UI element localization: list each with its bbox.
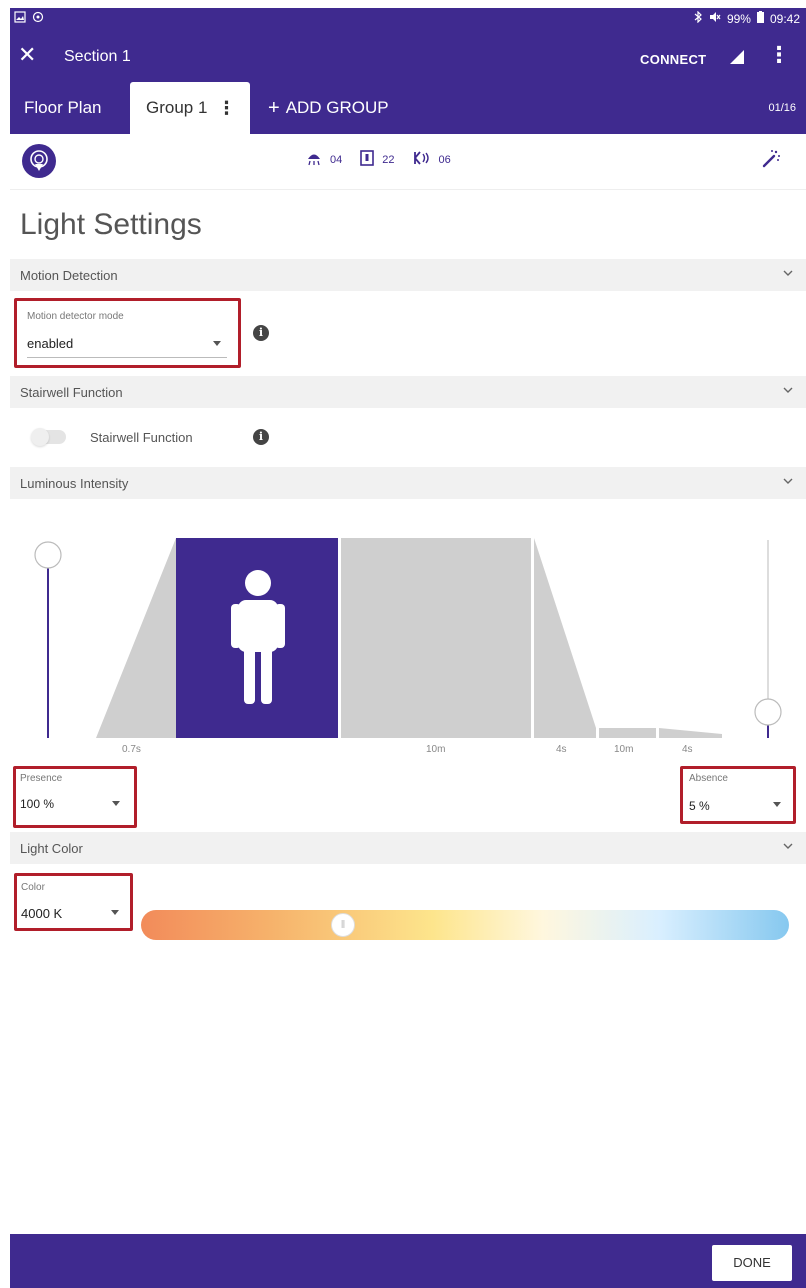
timing-label: 4s: [682, 744, 693, 755]
app-bar-title: Section 1: [64, 48, 131, 65]
dropdown-arrow-icon: [112, 801, 120, 806]
switch-count-value: 22: [382, 153, 395, 166]
app-bar: ✕ Section 1 CONNECT ⋮: [10, 30, 806, 82]
tab-group-1[interactable]: Group 1 ⋮: [130, 82, 250, 134]
luminous-intensity-title: Luminous Intensity: [20, 476, 129, 491]
signal-icon: [730, 50, 744, 64]
device-strip: 04 22 06: [10, 134, 806, 190]
luminous-intensity-header[interactable]: Luminous Intensity: [10, 467, 806, 499]
page-title: Light Settings: [20, 208, 202, 241]
hold-block: [341, 538, 531, 738]
status-bar: 99% 09:42: [10, 8, 806, 30]
ramp-up-shape: [96, 538, 176, 738]
switch-icon: [360, 150, 375, 169]
color-temperature-field[interactable]: Color 4000 K: [14, 873, 133, 931]
info-icon[interactable]: i: [253, 429, 269, 445]
stairwell-toggle-label: Stairwell Function: [90, 430, 193, 445]
group-options-icon[interactable]: ⋮: [217, 98, 235, 119]
bottom-bar: DONE: [10, 1234, 806, 1288]
presence-field[interactable]: Presence 100 %: [13, 766, 137, 828]
color-slider-thumb[interactable]: ǁ: [331, 913, 355, 937]
timing-label: 4s: [556, 744, 567, 755]
presence-label: Presence: [20, 773, 63, 784]
plus-icon: +: [268, 96, 280, 119]
group-counter: 01/16: [768, 102, 796, 114]
stairwell-function-title: Stairwell Function: [20, 385, 123, 400]
done-button[interactable]: DONE: [712, 1245, 792, 1281]
tab-floor-plan-label: Floor Plan: [24, 98, 102, 117]
info-icon[interactable]: i: [253, 325, 269, 341]
battery-percent: 99%: [726, 11, 751, 26]
absence-label: Absence: [689, 773, 728, 784]
presence-value: 100 %: [20, 797, 55, 811]
chevron-down-icon: [782, 267, 794, 279]
ceiling-light-icon: [306, 150, 322, 169]
timing-label: 10m: [426, 744, 446, 755]
luminaire-count[interactable]: 04: [306, 150, 342, 169]
timing-label: 10m: [614, 744, 634, 755]
device-counts: 04 22 06: [306, 150, 451, 169]
absence-slider-thumb[interactable]: [754, 698, 782, 726]
add-group-label: ADD GROUP: [285, 98, 389, 117]
connect-button[interactable]: CONNECT: [640, 52, 706, 67]
light-color-title: Light Color: [20, 841, 83, 856]
light-color-header[interactable]: Light Color: [10, 832, 806, 864]
luminaire-count-value: 04: [330, 153, 343, 166]
field-underline: [27, 357, 227, 358]
tab-bar: Floor Plan Group 1 ⋮ + ADD GROUP 01/16: [10, 82, 806, 134]
stairwell-toggle[interactable]: [31, 428, 66, 446]
sensor-count-value: 06: [438, 153, 451, 166]
color-label: Color: [21, 882, 45, 893]
chevron-down-icon: [782, 840, 794, 852]
tab-group-label: Group 1: [146, 98, 208, 117]
presence-slider-thumb[interactable]: [34, 541, 62, 569]
chevron-down-icon: [782, 384, 794, 396]
toggle-knob: [31, 428, 49, 446]
close-icon[interactable]: ✕: [18, 42, 36, 68]
chevron-down-icon: [782, 475, 794, 487]
more-vert-icon[interactable]: ⋮: [768, 42, 790, 68]
bluetooth-icon: [693, 10, 703, 26]
final-ramp-shape: [659, 728, 722, 738]
magic-wand-icon[interactable]: [760, 148, 782, 170]
motion-detector-mode-label: Motion detector mode: [27, 311, 124, 322]
motion-detection-title: Motion Detection: [20, 268, 118, 283]
color-temperature-slider[interactable]: ǁ: [141, 910, 789, 940]
brand-logo-icon[interactable]: [22, 144, 56, 178]
absence-field[interactable]: Absence 5 %: [680, 766, 796, 824]
dropdown-arrow-icon: [111, 910, 119, 915]
switch-count[interactable]: 22: [360, 150, 395, 169]
timing-label: 0.7s: [122, 744, 141, 755]
clock: 09:42: [769, 11, 800, 26]
sensor-icon: [413, 150, 431, 169]
battery-icon: [756, 11, 764, 26]
absence-block: [599, 728, 656, 738]
motion-detector-mode-value: enabled: [27, 336, 74, 351]
motion-detector-mode-field[interactable]: Motion detector mode enabled: [14, 298, 241, 368]
light-profile-diagram: 0.7s 10m 4s 10m 4s: [10, 500, 806, 770]
dropdown-arrow-icon: [773, 802, 781, 807]
gallery-icon: [14, 11, 26, 26]
stairwell-function-header[interactable]: Stairwell Function: [10, 376, 806, 408]
ramp-down-shape: [534, 538, 596, 738]
add-group-button[interactable]: + ADD GROUP: [268, 82, 389, 134]
sensor-count[interactable]: 06: [413, 150, 451, 169]
sync-icon: [32, 11, 44, 26]
mute-icon: [709, 11, 721, 26]
tab-floor-plan[interactable]: Floor Plan: [24, 82, 101, 134]
motion-detection-header[interactable]: Motion Detection: [10, 259, 806, 291]
color-value: 4000 K: [21, 906, 63, 921]
light-profile-svg: [34, 538, 782, 738]
absence-value: 5 %: [689, 799, 710, 813]
dropdown-arrow-icon: [213, 341, 221, 346]
